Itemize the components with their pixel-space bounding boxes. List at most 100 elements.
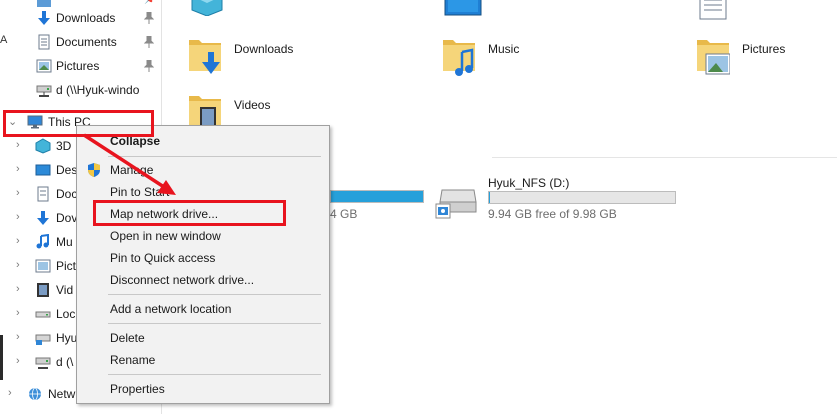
nav-item-label: Pictures <box>56 59 100 73</box>
nav-item-music[interactable]: › Mu <box>0 231 76 253</box>
network-drive-icon <box>36 85 52 97</box>
document-icon <box>38 34 50 50</box>
nav-item-pictures-pc[interactable]: › Pict <box>0 255 76 277</box>
folder-tile-music[interactable]: Music <box>442 34 642 80</box>
folder-label: Music <box>488 42 520 56</box>
menu-item-label: Add a network location <box>110 302 232 316</box>
pictures-icon <box>36 59 52 73</box>
nav-item-label: Doc <box>56 187 78 201</box>
network-drive-icon <box>35 357 51 369</box>
documents-folder-icon[interactable] <box>698 0 728 20</box>
drive-usage-fill <box>489 192 490 203</box>
drive-name: Hyuk_NFS (D:) <box>488 176 570 190</box>
desktop-icon <box>35 164 51 176</box>
nav-item-network-drive[interactable]: d (\\Hyuk-windo <box>0 79 161 101</box>
nav-item-documents[interactable]: Documents <box>0 31 161 53</box>
nav-item-documents-pc[interactable]: › Doc <box>0 183 78 205</box>
nav-item-label: Mu <box>56 235 73 249</box>
nav-item-hyuk-nfs[interactable]: › Hyu <box>0 327 78 349</box>
nav-item-label: Hyu <box>56 331 78 345</box>
nav-item-label: d (\\Hyuk-windo <box>56 83 140 97</box>
3d-objects-folder-icon[interactable] <box>190 0 224 16</box>
folder-tile-videos[interactable]: Videos <box>188 90 388 130</box>
nav-item-label: Downloads <box>56 11 116 25</box>
nav-item-label: Netw <box>48 387 76 401</box>
folder-label: Downloads <box>234 42 294 56</box>
nav-item-3d-objects[interactable]: › 3D <box>0 135 76 157</box>
pictures-icon <box>35 259 51 273</box>
menu-item-label: Open in new window <box>110 229 221 243</box>
drive-usage-fill <box>331 191 423 202</box>
nav-item-network-drive-pc[interactable]: › d (\ <box>0 351 76 373</box>
chevron-right-icon[interactable]: › <box>16 235 26 247</box>
chevron-right-icon[interactable]: › <box>16 211 26 223</box>
menu-item-label: Manage <box>110 163 154 177</box>
window-edge <box>0 335 3 380</box>
music-folder-icon <box>443 40 475 76</box>
nav-item-videos[interactable]: › Vid <box>0 279 76 301</box>
context-menu: Collapse Manage Pin to Start Map network… <box>76 125 330 404</box>
downloads-folder-icon <box>189 40 221 74</box>
folder-label: Pictures <box>742 42 786 56</box>
nav-item-downloads[interactable]: Downloads <box>0 7 161 29</box>
download-arrow-icon <box>37 211 49 225</box>
download-arrow-icon <box>38 11 50 25</box>
music-icon <box>36 234 49 249</box>
pin-icon <box>144 12 154 24</box>
nav-item-downloads-pc[interactable]: › Dov <box>0 207 78 229</box>
chevron-right-icon[interactable]: › <box>16 355 26 367</box>
drive-usage-bar <box>488 191 676 204</box>
menu-item-label: Pin to Start <box>110 185 170 199</box>
videos-folder-icon <box>189 96 221 127</box>
chevron-right-icon[interactable]: › <box>16 283 26 295</box>
network-icon <box>29 387 41 401</box>
drive-free-space: 4 GB <box>330 207 358 221</box>
chevron-right-icon[interactable]: › <box>8 387 18 399</box>
nav-item-local-disk[interactable]: › Loc <box>0 303 76 325</box>
menu-item-add-network-location[interactable]: Add a network location <box>78 298 328 319</box>
folder-tile-downloads[interactable]: Downloads <box>188 34 388 80</box>
folder-tile-pictures[interactable]: Pictures <box>696 34 837 80</box>
chevron-right-icon[interactable]: › <box>16 307 26 319</box>
chevron-right-icon[interactable]: › <box>16 187 26 199</box>
drive-tile-local-disk[interactable]: 4 GB <box>330 175 430 225</box>
nav-item-label: Dov <box>56 211 78 225</box>
nav-item-pictures[interactable]: Pictures <box>0 55 161 77</box>
local-disk-icon <box>35 311 51 318</box>
menu-item-label: Pin to Quick access <box>110 251 216 265</box>
menu-item-pin-to-quick-access[interactable]: Pin to Quick access <box>78 247 328 268</box>
menu-item-rename[interactable]: Rename <box>78 349 328 370</box>
pictures-folder-icon <box>697 40 730 75</box>
menu-item-open-in-new-window[interactable]: Open in new window <box>78 225 328 246</box>
menu-separator <box>108 374 321 375</box>
menu-item-disconnect-network-drive[interactable]: Disconnect network drive... <box>78 269 328 290</box>
nav-item-network[interactable]: › Netw <box>0 383 76 405</box>
pin-icon <box>144 36 154 48</box>
menu-item-label: Rename <box>110 353 156 367</box>
chevron-right-icon[interactable]: › <box>16 163 26 175</box>
nav-item-label: 3D <box>56 139 72 153</box>
menu-item-manage[interactable]: Manage <box>78 159 328 180</box>
menu-item-pin-to-start[interactable]: Pin to Start <box>78 181 328 202</box>
document-icon <box>37 186 49 202</box>
desktop-folder-icon[interactable] <box>444 0 482 18</box>
pin-icon: 📌 <box>144 0 156 5</box>
nav-item-desktop[interactable]: › Des <box>0 159 78 181</box>
menu-item-delete[interactable]: Delete <box>78 327 328 348</box>
chevron-right-icon[interactable]: › <box>16 331 26 343</box>
chevron-right-icon[interactable]: › <box>16 259 26 271</box>
drive-tile-hyuk-nfs[interactable]: Hyuk_NFS (D:) 9.94 GB free of 9.98 GB <box>434 172 684 224</box>
drive-usage-bar <box>330 190 424 203</box>
section-divider <box>492 157 837 158</box>
chevron-right-icon[interactable]: › <box>16 139 26 151</box>
nav-item-label: Documents <box>56 35 117 49</box>
nav-item-label: d (\ <box>56 355 74 369</box>
videos-icon <box>37 283 49 297</box>
menu-item-label: Properties <box>110 382 165 396</box>
menu-item-properties[interactable]: Properties <box>78 378 328 399</box>
folder-label: Videos <box>234 98 271 112</box>
nav-item-label: Des <box>56 163 78 177</box>
nav-item-label: Vid <box>56 283 74 297</box>
highlight-box-map-network-drive <box>93 200 286 226</box>
nav-item-label: Pict <box>56 259 77 273</box>
